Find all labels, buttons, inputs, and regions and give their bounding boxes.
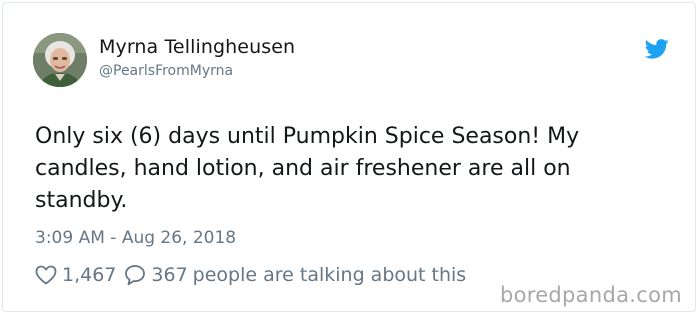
- avatar-photo: [33, 33, 87, 87]
- tweet-timestamp[interactable]: 3:09 AM - Aug 26, 2018: [35, 228, 236, 248]
- like-count[interactable]: 1,467: [62, 264, 116, 286]
- watermark: boredpanda.com: [499, 283, 682, 307]
- display-name[interactable]: Myrna Tellingheusen: [99, 36, 295, 58]
- heart-icon[interactable]: [35, 265, 57, 285]
- reply-count[interactable]: 367: [151, 264, 187, 286]
- twitter-bird-icon[interactable]: [644, 39, 669, 59]
- talking-label[interactable]: people are talking about this: [193, 264, 467, 286]
- tweet-actions: 1,467 367 people are talking about this: [35, 262, 466, 288]
- user-handle[interactable]: @PearlsFromMyrna: [99, 63, 233, 79]
- speech-bubble-icon[interactable]: [124, 264, 146, 286]
- tweet-text: Only six (6) days until Pumpkin Spice Se…: [35, 124, 580, 213]
- tweet-card: Myrna Tellingheusen @PearlsFromMyrna Onl…: [2, 2, 696, 312]
- avatar[interactable]: [33, 33, 87, 87]
